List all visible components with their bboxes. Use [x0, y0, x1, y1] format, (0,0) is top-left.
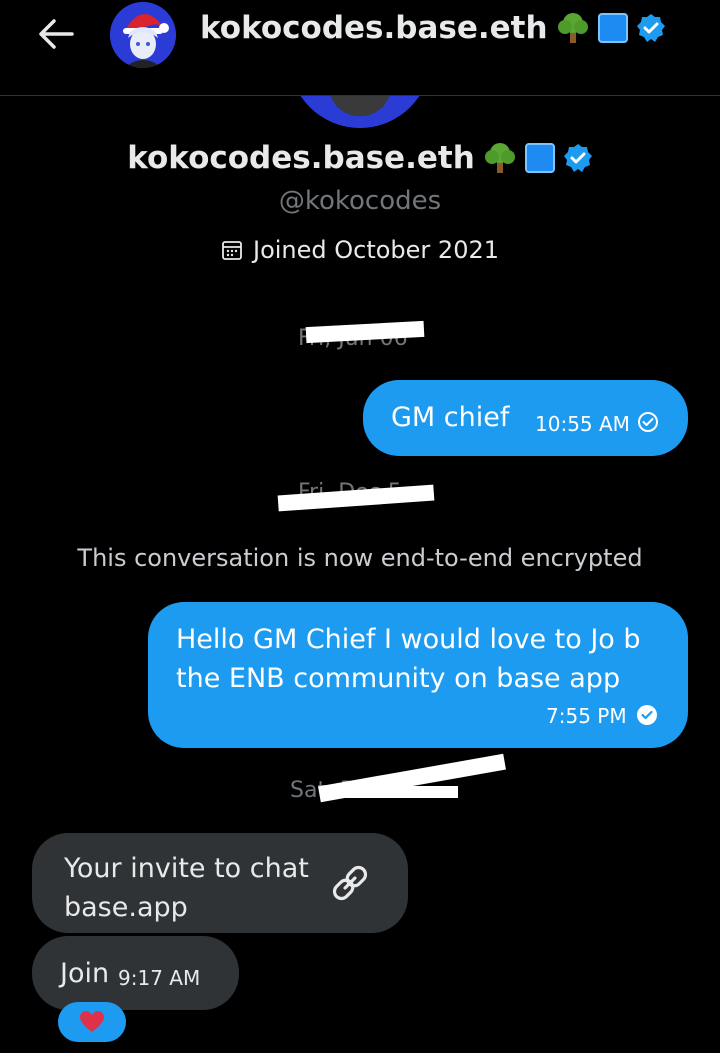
outgoing-message[interactable]: GM chief 10:55 AM: [363, 380, 688, 456]
verified-badge-icon: [563, 144, 592, 172]
message-time: 7:55 PM: [546, 704, 627, 728]
header-title-row[interactable]: kokocodes.base.eth: [200, 10, 666, 46]
profile-display-name: kokocodes.base.eth: [127, 140, 475, 176]
blue-square-icon: [597, 13, 628, 43]
blue-square-icon: [524, 143, 555, 173]
conversation-header: kokocodes.base.eth: [0, 0, 720, 96]
message-text: GM chief: [391, 402, 510, 433]
message-text: Join: [60, 958, 110, 989]
incoming-message[interactable]: Join 9:17 AM: [32, 936, 239, 1010]
encryption-notice: This conversation is now end-to-end encr…: [77, 544, 643, 572]
verified-badge-icon: [636, 14, 665, 42]
header-avatar[interactable]: [110, 2, 176, 68]
message-time: 9:17 AM: [118, 966, 201, 990]
outgoing-message[interactable]: Hello GM Chief I would love to Jo b the …: [148, 602, 688, 748]
reaction-badge[interactable]: [58, 1002, 126, 1042]
heart-icon: [80, 1011, 104, 1032]
invite-card[interactable]: Your invite to chat base.app: [32, 833, 408, 933]
profile-avatar[interactable]: [289, 96, 431, 128]
profile-handle: @kokocodes: [278, 186, 442, 216]
invite-title: Your invite to chat: [64, 853, 309, 884]
message-text-line: the ENB community on base app: [176, 663, 621, 694]
link-icon[interactable]: [328, 861, 372, 905]
invite-link[interactable]: base.app: [64, 888, 309, 927]
profile-name-row: kokocodes.base.eth: [0, 140, 720, 176]
message-text-line: Hello GM Chief I would love to Jo b: [176, 624, 641, 655]
avatar-illustration-icon: [110, 2, 176, 68]
sent-check-icon: [638, 412, 658, 432]
header-title: kokocodes.base.eth: [200, 10, 548, 46]
redaction-mark: [322, 786, 458, 798]
message-time: 10:55 AM: [535, 412, 630, 436]
back-arrow-icon[interactable]: [34, 12, 78, 56]
joined-date: Joined October 2021: [252, 236, 500, 264]
calendar-icon: [222, 241, 242, 260]
tree-emoji-icon: [484, 143, 515, 173]
joined-date-row: Joined October 2021: [0, 236, 720, 264]
tree-emoji-icon: [557, 13, 588, 43]
read-check-icon: [637, 705, 657, 725]
